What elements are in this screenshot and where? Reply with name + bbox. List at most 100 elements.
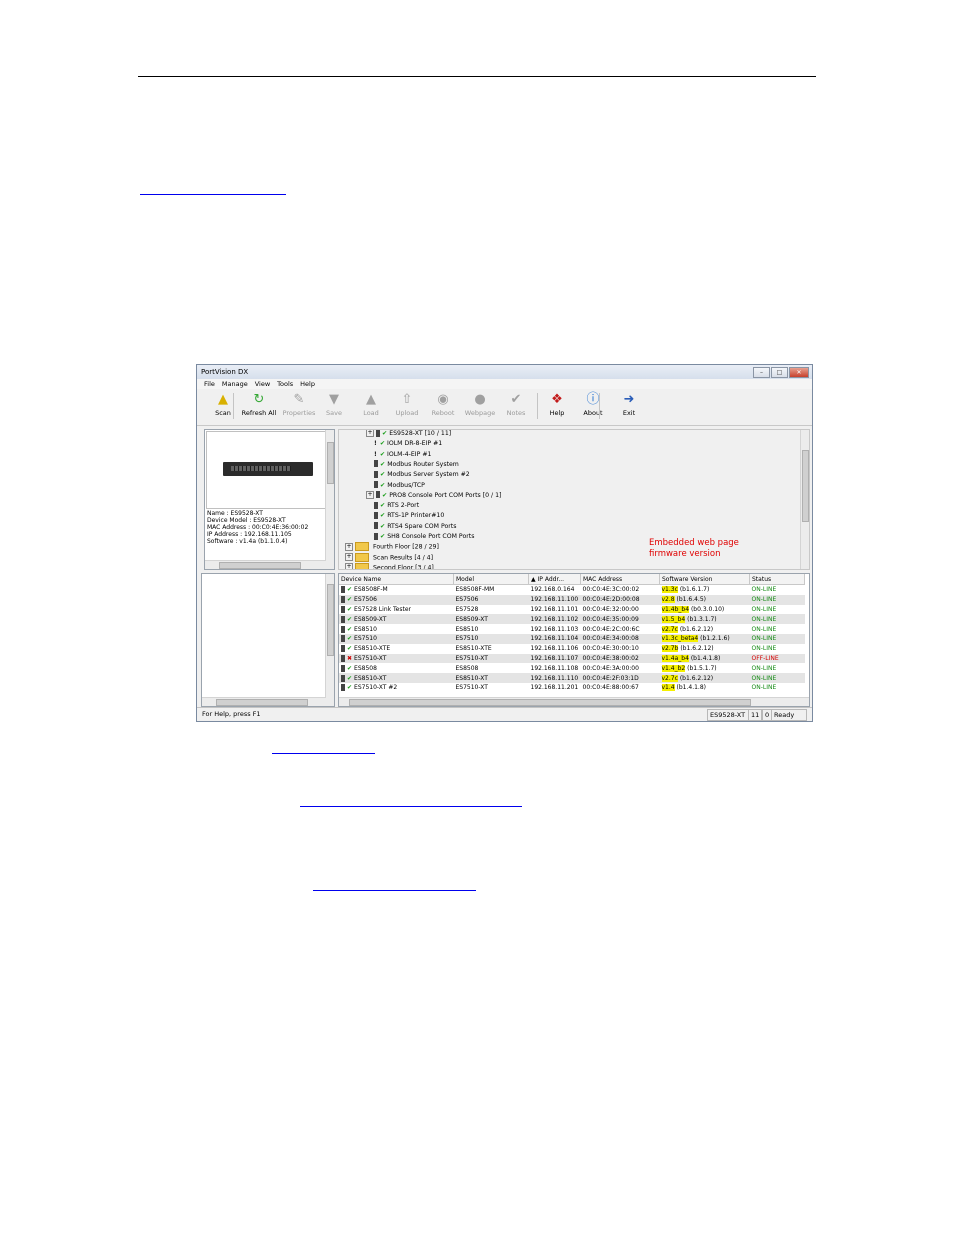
tree-item[interactable]: ✔ Modbus Router System (374, 460, 459, 470)
table-row[interactable]: ✔ ES8508F-M ES8508F-MM 192.168.0.164 00:C0:4… (339, 585, 805, 595)
table-row[interactable]: ✔ ES8508 ES8508 192.168.11.108 00:C0:4E:3A:0… (339, 663, 805, 673)
toolbar-notes-button[interactable]: ✔ Notes (497, 391, 535, 417)
toolbar-load-button[interactable]: ▲ Load (352, 391, 390, 417)
tree-item[interactable]: ✔ Modbus Server System #2 (374, 470, 470, 480)
minimize-button[interactable]: – (753, 367, 770, 378)
tree-item[interactable]: ✔ SH8 Console Port COM Ports (374, 532, 474, 542)
device-name-text: ES7510 (354, 635, 377, 643)
folder-icon (355, 562, 369, 569)
build-version: (b1.6.1.7) (679, 586, 710, 594)
tree-item[interactable]: ! ✔ IOLM-4-EIP #1 (374, 450, 431, 460)
header-rule (138, 76, 816, 77)
toolbar-help-button[interactable]: ❖ Help (538, 391, 576, 417)
cell-model: ES8509-XT (453, 614, 529, 625)
column-label: Device Name (341, 575, 382, 583)
table-row[interactable]: ✔ ES8509-XT ES8509-XT 192.168.11.102 00:C0:4… (339, 614, 805, 625)
table-header: Device Name Model ▲ IP Addr... MAC Address S… (339, 574, 805, 585)
table-row[interactable]: ✔ ES7506 ES7506 192.168.11.100 00:C0:4E:2D:0… (339, 594, 805, 605)
check-icon: ✔ (347, 684, 353, 692)
expand-icon[interactable]: + (366, 490, 374, 499)
status-count: 11 (748, 709, 763, 721)
tree-item[interactable]: + ✔ PRO8 Console Port COM Ports [0 / 1] (366, 490, 501, 501)
toolbar-exit-button[interactable]: ➜ Exit (610, 391, 648, 417)
expand-icon[interactable]: + (345, 563, 353, 569)
column-header[interactable]: Model (453, 574, 529, 585)
device-ip: IP Address : 192.168.11.105 (207, 531, 292, 538)
tree-item[interactable]: ✔ RTS4 Spare COM Ports (374, 522, 456, 532)
check-icon: ✔ (380, 533, 386, 540)
device-icon (341, 605, 345, 613)
tree-item[interactable]: + ✔ ES9528-XT [10 / 11] (366, 430, 452, 439)
menu-view[interactable]: View (255, 379, 270, 389)
tree-label: RTS 2-Port (387, 502, 420, 510)
toolbar-reboot-button[interactable]: ◉ Reboot (424, 391, 462, 417)
check-icon: ✔ (347, 615, 353, 623)
column-header[interactable]: Device Name (339, 574, 454, 585)
cell-model: ES8510-XT (453, 673, 529, 683)
tree-scrollbar[interactable] (800, 430, 809, 569)
tree-label: ES9528-XT [10 / 11] (389, 430, 452, 437)
table-row[interactable]: ✖ ES7510-XT ES7510-XT 192.168.11.107 00:C0:4… (339, 653, 805, 664)
table-hscrollbar[interactable] (339, 697, 809, 706)
table-row[interactable]: ✔ ES7528 Link Tester ES7528 192.168.11.101 0… (339, 605, 805, 615)
link-underline[interactable] (313, 890, 476, 891)
column-header[interactable]: Software Version (659, 574, 750, 585)
table-row[interactable]: ✔ ES8510 ES8510 192.168.11.103 00:C0:4E:2C:0… (339, 624, 805, 634)
check-icon: ✔ (380, 522, 386, 530)
link-underline[interactable] (272, 753, 375, 754)
menu-manage[interactable]: Manage (222, 379, 248, 389)
cell-status: ON-LINE (751, 645, 777, 653)
table-row[interactable]: ✔ ES8510-XTE ES8510-XTE 192.168.11.106 00:C0… (339, 644, 805, 654)
tree-label: Modbus Server System #2 (387, 471, 470, 479)
table-row[interactable]: ✔ ES8510-XT ES8510-XT 192.168.11.110 00:C0:4… (339, 673, 805, 683)
toolbar-save-button[interactable]: ▼ Save (315, 391, 353, 417)
column-header[interactable]: ▲ IP Addr... (528, 574, 581, 585)
maximize-button[interactable]: □ (771, 367, 788, 378)
close-button[interactable]: ✕ (789, 367, 809, 378)
check-icon: ✔ (380, 502, 386, 510)
upload-icon: ⇧ (401, 392, 413, 407)
toolbar-refresh-all-button[interactable]: ↻ Refresh All (240, 391, 278, 417)
build-version: (b1.6.2.12) (679, 674, 714, 682)
tree-item[interactable]: ! ✔ IOLM DR-8-EIP #1 (374, 439, 442, 449)
info-scrollbar[interactable] (325, 430, 334, 569)
column-header[interactable]: MAC Address (580, 574, 660, 585)
info-hscrollbar[interactable] (205, 560, 326, 569)
tree-folder[interactable]: + Second Floor [3 / 4] (345, 562, 434, 569)
tree-folder[interactable]: + Fourth Floor [28 / 29] (345, 542, 439, 552)
toolbar-scan-button[interactable]: ▲ Scan (204, 391, 242, 417)
tree-item[interactable]: ✔ RTS 2-Port (374, 501, 419, 511)
toolbar-upload-button[interactable]: ⇧ Upload (388, 391, 426, 417)
cell-software: v2.7b (b1.6.2.12) (660, 644, 750, 654)
notes-hscrollbar[interactable] (202, 697, 326, 706)
expand-icon[interactable]: + (345, 553, 353, 562)
expand-icon[interactable]: + (366, 430, 374, 437)
status-bar: For Help, press F1 ES9528-XT 11 0 Ready (197, 707, 812, 721)
expand-icon[interactable]: + (345, 542, 353, 551)
menu-tools[interactable]: Tools (277, 379, 293, 389)
toolbar-properties-button[interactable]: ✎ Properties (280, 391, 318, 417)
menu-help[interactable]: Help (300, 379, 315, 389)
cell-device-name: ✔ ES8510-XT (339, 673, 454, 683)
toolbar-about-button[interactable]: ⓘ About (574, 391, 612, 417)
build-version: (b1.6.2.12) (680, 645, 714, 653)
tree-item[interactable]: ✔ RTS-1P Printer#10 (374, 511, 444, 521)
tree-label: Scan Results [4 / 4] (373, 554, 434, 562)
toolbar-webpage-button[interactable]: ● Webpage (461, 391, 499, 417)
table-row[interactable]: ✔ ES7510-XT #2 ES7510-XT 192.168.11.201 00:C… (339, 683, 805, 693)
table-row[interactable]: ✔ ES7510 ES7510 192.168.11.104 00:C0:4E:34:0… (339, 633, 805, 644)
title-bar: PortVision DX – □ ✕ (197, 365, 812, 379)
cell-mac: 00:C0:4E:2D:00:08 (580, 594, 660, 605)
link-underline[interactable] (300, 806, 522, 807)
menu-file[interactable]: File (204, 379, 215, 389)
device-mac: MAC Address : 00:C0:4E:36:00:02 (207, 524, 309, 531)
toolbar: ▲ Scan ↻ Refresh All ✎ Properties ▼ Save ▲ Load ⇧ U… (197, 389, 812, 426)
check-icon: ✔ (382, 491, 388, 499)
tree-folder[interactable]: + Scan Results [4 / 4] (345, 552, 434, 563)
cell-status: ON-LINE (749, 633, 805, 644)
tree-item[interactable]: ✔ Modbus/TCP (374, 481, 425, 491)
column-header[interactable]: Status (749, 574, 805, 585)
cell-software: v1.4a_b4 (b1.4.1.8) (659, 653, 750, 664)
notes-scrollbar[interactable] (325, 574, 334, 706)
link-underline[interactable] (140, 194, 286, 195)
